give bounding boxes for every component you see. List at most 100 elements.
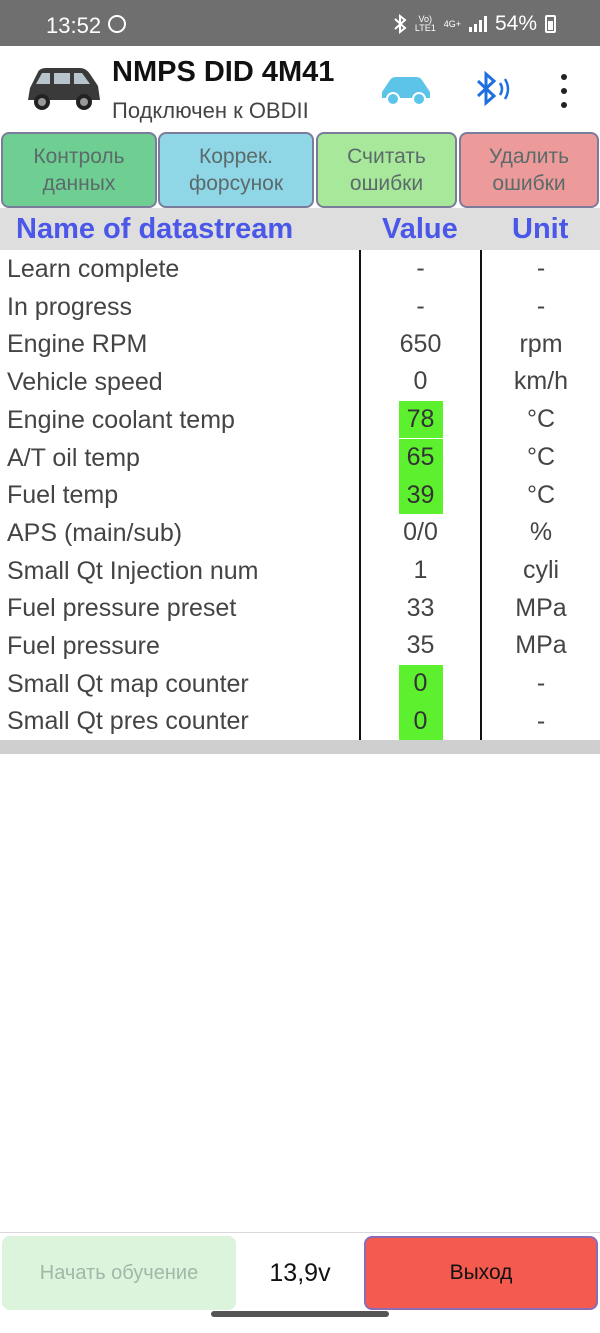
cell-unit: - [536,669,546,698]
cell-value-text: 650 [399,329,442,358]
signal-icon [468,16,487,32]
cell-value: 0 [361,363,480,401]
table-row: Small Qt pres counter 0 - [0,702,600,741]
bottom-bar: Начать обучение 13,9v Выход [0,1232,600,1333]
cell-value: 65 [361,438,480,477]
column-header-value: Value [382,213,458,245]
cell-datastream-name: Learn complete [7,255,180,283]
battery-voltage: 13,9v [269,1259,331,1287]
cell-unit: rpm [519,329,563,358]
more-vert-icon[interactable] [552,74,576,108]
cell-value-text: 39 [398,476,443,514]
cell-datastream-name: Fuel pressure preset [7,594,237,623]
data-control-label-2: данных [42,172,116,195]
connection-status: Подключен к OBDII [112,98,309,123]
injector-correction-button[interactable]: Коррек. форсунок [158,132,314,208]
cell-unit: cyli [522,555,560,584]
exit-button[interactable]: Выход [364,1236,598,1310]
net-type-indicator: 4G+ [443,18,461,29]
cell-value-text: 78 [398,400,443,439]
column-header-name: Name of datastream [16,213,294,245]
clear-errors-button[interactable]: Удалить ошибки [459,132,599,208]
cell-value-text: - [416,292,425,321]
read-errors-button[interactable]: Считать ошибки [316,132,457,208]
cell-datastream-name: APS (main/sub) [7,518,183,547]
whatsapp-icon [108,15,126,33]
bluetooth-icon[interactable] [470,70,516,108]
clear-errors-label-2: ошибки [492,172,566,195]
cell-unit: °C [526,405,556,434]
cell-unit: - [536,292,546,321]
table-header: Name of datastream Value Unit [0,208,600,250]
cell-value: 39 [361,476,480,514]
cell-value: 650 [361,325,480,363]
cell-unit: - [536,706,546,735]
home-indicator[interactable] [211,1311,389,1317]
cell-unit: °C [526,480,556,509]
cell-datastream-name: In progress [7,292,133,321]
start-learning-button[interactable]: Начать обучение [2,1236,236,1310]
injector-correction-label-1: Коррек. [199,145,273,168]
cell-value-text: 0 [413,367,428,396]
cell-datastream-name: Small Qt map counter [7,669,249,698]
table-row: Engine coolant temp 78 °C [0,400,600,439]
clear-errors-label-1: Удалить [488,145,570,168]
cell-datastream-name: Fuel pressure [7,632,160,660]
column-header-unit: Unit [512,213,569,245]
table-row: Vehicle speed 0 km/h [0,363,600,401]
data-control-button[interactable]: Контроль данных [1,132,157,208]
cell-datastream-name: A/T oil temp [7,443,140,472]
action-buttons: Контроль данных Коррек. форсунок Считать ош… [0,132,600,208]
cell-value: 0 [361,702,480,741]
cell-unit: km/h [513,367,569,396]
cell-value: 35 [361,627,480,665]
car-connected-icon[interactable] [378,72,434,106]
bluetooth-status-icon [394,14,407,34]
read-errors-label-1: Считать [347,145,426,168]
read-errors-label-2: ошибки [349,172,424,195]
table-row: APS (main/sub) 0/0% [0,514,600,552]
cell-value: 0/0 [361,514,480,552]
cell-datastream-name: Engine RPM [7,330,148,359]
cell-value: - [361,288,480,326]
cell-datastream-name: Fuel temp [7,481,119,510]
cell-unit: - [536,254,546,283]
cell-unit: % [529,518,553,547]
cell-datastream-name: Small Qt Injection num [7,556,259,585]
cell-value-text: 33 [406,593,435,622]
cell-unit: MPa [515,593,567,622]
cell-datastream-name: Engine coolant temp [7,405,235,434]
cell-value-text: 0 [398,702,443,741]
cell-value-text: 1 [413,555,428,584]
cell-value: 33 [361,589,480,627]
cell-datastream-name: Vehicle speed [7,368,163,397]
cell-unit: °C [526,442,556,471]
table-footer-bar [0,740,600,754]
battery-icon [545,15,556,33]
cell-value-text: 65 [398,438,443,477]
table-row: Fuel temp 39 °C [0,476,600,514]
cell-unit: MPa [515,631,567,660]
page-title: NMPS DID 4M41 [112,56,335,88]
table-row: A/T oil temp 65 °C [0,438,600,477]
cell-value: 78 [361,400,480,439]
cell-value-text: 0/0 [403,518,438,547]
table-row: Learn complete - - [0,250,600,288]
status-right-group: Vo) LTE1 4G+ 54% [393,12,556,36]
table-row: Engine RPM 650 rpm [0,325,600,363]
table-row: Fuel pressure 35 MPa [0,627,600,665]
data-control-label-1: Контроль [33,145,125,168]
table-row: Small Qt Injection num 1 cyli [0,552,600,590]
table-row: Fuel pressure preset 33 MPa [0,589,600,627]
cell-value-text: - [416,254,425,283]
volte-bottom: LTE1 [414,23,436,33]
app-header: NMPS DID 4M41 Подключен к OBDII [0,46,600,132]
status-time: 13:52 [46,13,102,38]
table-row: In progress - - [0,288,600,326]
battery-percent: 54% [494,12,537,35]
cell-value: 1 [361,552,480,590]
datastream-table: Learn complete - - In progress - - Engine RPM 6… [0,250,600,741]
cell-value: - [361,250,480,288]
cell-value: 0 [361,664,480,703]
injector-correction-label-2: форсунок [188,172,284,195]
